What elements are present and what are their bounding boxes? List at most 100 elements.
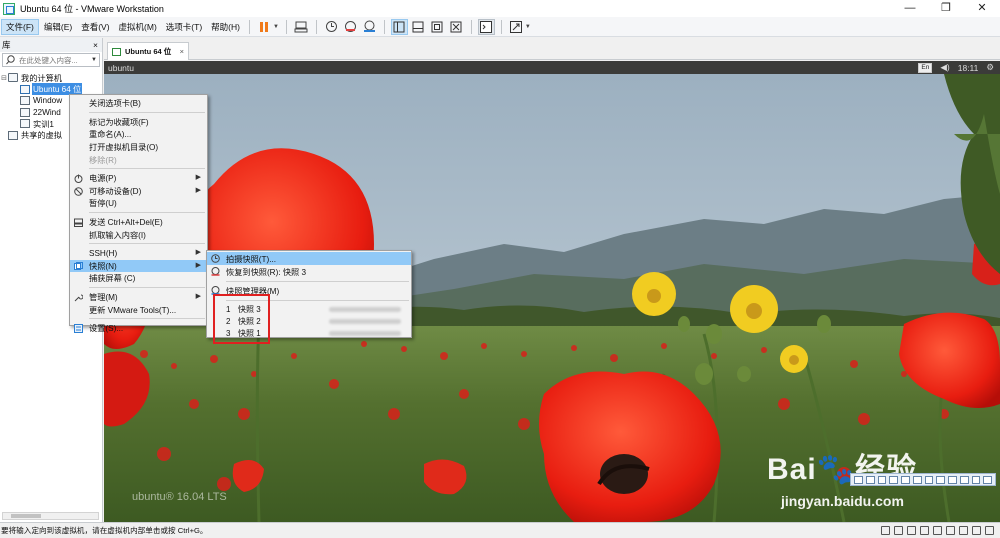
power-icon[interactable]: ⚙ (986, 62, 994, 73)
snapshot-manager-icon (211, 286, 220, 295)
unity-icon[interactable] (448, 19, 465, 35)
computer-icon (8, 73, 18, 83)
menu-item-revert-snapshot[interactable]: 恢复到快照(R): 快照 3 (207, 265, 411, 278)
menu-separator (89, 212, 205, 214)
menu-item-close-tab[interactable]: 关闭选项卡(B) (70, 97, 207, 110)
chevron-down-icon[interactable]: ▼ (525, 24, 531, 30)
display-icon[interactable] (972, 526, 981, 535)
menu-item-power[interactable]: 电源(P) ▶ (70, 172, 207, 185)
menu-edit[interactable]: 编辑(E) (40, 19, 76, 35)
terminal-icon[interactable] (477, 18, 495, 35)
chevron-down-icon[interactable]: ▼ (91, 57, 97, 63)
library-close-button[interactable]: × (93, 40, 98, 50)
menu-item-rename[interactable]: 重命名(A)... (70, 128, 207, 141)
vm-running-icon (112, 47, 121, 56)
display-icon[interactable] (912, 475, 922, 484)
snapshot-timestamp-redacted (329, 318, 401, 324)
user-icon[interactable] (983, 475, 992, 484)
show-library-icon[interactable] (390, 18, 408, 35)
take-snapshot-icon[interactable] (323, 19, 340, 35)
menu-item-pause[interactable]: 暂停(U) (70, 197, 207, 210)
pause-icon[interactable] (256, 19, 273, 35)
menu-item-label: 抓取输入内容(I) (89, 230, 146, 240)
close-button[interactable]: ✕ (964, 0, 1000, 17)
cd-drive-icon[interactable] (894, 526, 903, 535)
snapshot-list-item[interactable]: 3 快照 1 (207, 327, 411, 339)
menu-item-settings[interactable]: 设置(S)... (70, 322, 207, 335)
revert-snapshot-icon[interactable] (342, 19, 359, 35)
tab-label: Ubuntu 64 位 (125, 47, 172, 56)
menu-item-open-vm-directory[interactable]: 打开虚拟机目录(O) (70, 141, 207, 154)
toolbar-divider (500, 19, 502, 34)
grid-icon[interactable] (971, 475, 981, 484)
minimize-button[interactable]: — (892, 0, 928, 17)
restore-button[interactable]: ❐ (928, 0, 964, 17)
fullscreen-icon[interactable] (508, 19, 525, 35)
send-keys-icon[interactable] (293, 19, 310, 35)
tab-ubuntu[interactable]: Ubuntu 64 位 × (107, 42, 189, 60)
tab-close-icon[interactable]: × (180, 47, 184, 56)
library-search[interactable]: ▼ (2, 53, 100, 67)
menu-item-grab-input[interactable]: 抓取输入内容(I) (70, 228, 207, 241)
menu-item-update-vmware-tools[interactable]: 更新 VMware Tools(T)... (70, 303, 207, 316)
menu-help[interactable]: 帮助(H) (207, 19, 244, 35)
library-header: 库 × (0, 38, 102, 52)
sound-icon[interactable] (901, 475, 910, 484)
menu-item-capture-screen[interactable]: 捕获屏幕 (C) (70, 272, 207, 285)
menu-item-removable-devices[interactable]: 可移动设备(D) ▶ (70, 185, 207, 198)
hard-disk-icon[interactable] (881, 526, 890, 535)
snapshot-name: 快照 3 (238, 304, 261, 314)
menu-file[interactable]: 文件(F) (1, 18, 39, 35)
menu-item-send-ctrl-alt-del[interactable]: 发送 Ctrl+Alt+Del(E) (70, 216, 207, 229)
menu-tabs[interactable]: 选项卡(T) (162, 19, 206, 35)
menu-separator (89, 168, 205, 170)
disk-icon[interactable] (865, 475, 875, 484)
vm-icon (20, 107, 30, 117)
sound-card-icon[interactable] (946, 526, 955, 535)
floppy-icon[interactable] (907, 526, 916, 535)
menu-toolbar: 文件(F) 编辑(E) 查看(V) 虚拟机(M) 选项卡(T) 帮助(H) ▼ … (0, 17, 1000, 37)
menu-item-snapshot-manager[interactable]: 快照管理器(M) (207, 284, 411, 297)
network-adapter-icon[interactable] (920, 526, 929, 535)
snapshot-number: 3 (226, 328, 231, 338)
usb-controller-icon[interactable] (933, 526, 942, 535)
network-icon[interactable] (854, 475, 863, 484)
menu-separator (226, 299, 409, 301)
collapse-icon[interactable]: ⊟ (0, 74, 8, 82)
snapshot-list-item[interactable]: 1 快照 3 (207, 303, 411, 315)
snapshot-manager-icon[interactable] (361, 19, 378, 35)
menu-item-remove: 移除(R) (70, 153, 207, 166)
message-log-icon[interactable] (985, 526, 994, 535)
message-icon[interactable] (924, 475, 934, 484)
toolbar-divider (315, 19, 317, 34)
library-horizontal-scrollbar[interactable] (2, 512, 99, 520)
snapshot-timestamp-redacted (329, 330, 401, 336)
menu-item-take-snapshot[interactable]: 拍摄快照(T)... (207, 252, 411, 265)
menu-item-ssh[interactable]: SSH(H) ▶ (70, 247, 207, 260)
menu-separator (226, 280, 409, 282)
printer-icon[interactable] (889, 475, 898, 484)
keyboard-layout-indicator[interactable]: En (918, 62, 933, 73)
toolbar-divider (285, 19, 287, 34)
thumbnail-bar-icon[interactable] (410, 19, 427, 35)
menu-view[interactable]: 查看(V) (77, 19, 113, 35)
tree-item-my-computer[interactable]: ⊟ 我的计算机 (0, 72, 102, 84)
ime-icon[interactable] (948, 475, 957, 484)
chevron-down-icon[interactable]: ▼ (273, 24, 279, 30)
scrollbar-thumb[interactable] (11, 514, 41, 518)
library-search-input[interactable] (19, 55, 89, 65)
snapshot-list-item[interactable]: 2 快照 2 (207, 315, 411, 327)
menu-item-snapshot[interactable]: 快照(N) ▶ (70, 259, 207, 273)
chevron-right-icon: ▶ (195, 292, 201, 300)
snapshot-number: 2 (226, 316, 231, 326)
console-view-icon[interactable] (429, 19, 446, 35)
menu-item-manage[interactable]: 管理(M) ▶ (70, 291, 207, 304)
printer-icon[interactable] (959, 526, 968, 535)
keyboard-icon[interactable] (936, 475, 945, 484)
menu-vm[interactable]: 虚拟机(M) (115, 19, 161, 35)
volume-icon[interactable]: ◀) (940, 62, 949, 73)
usb-icon[interactable] (877, 475, 887, 484)
clock[interactable]: 18:11 (958, 63, 979, 73)
menu-item-mark-favorite[interactable]: 标记为收藏项(F) (70, 116, 207, 129)
settings-icon[interactable] (959, 475, 969, 484)
